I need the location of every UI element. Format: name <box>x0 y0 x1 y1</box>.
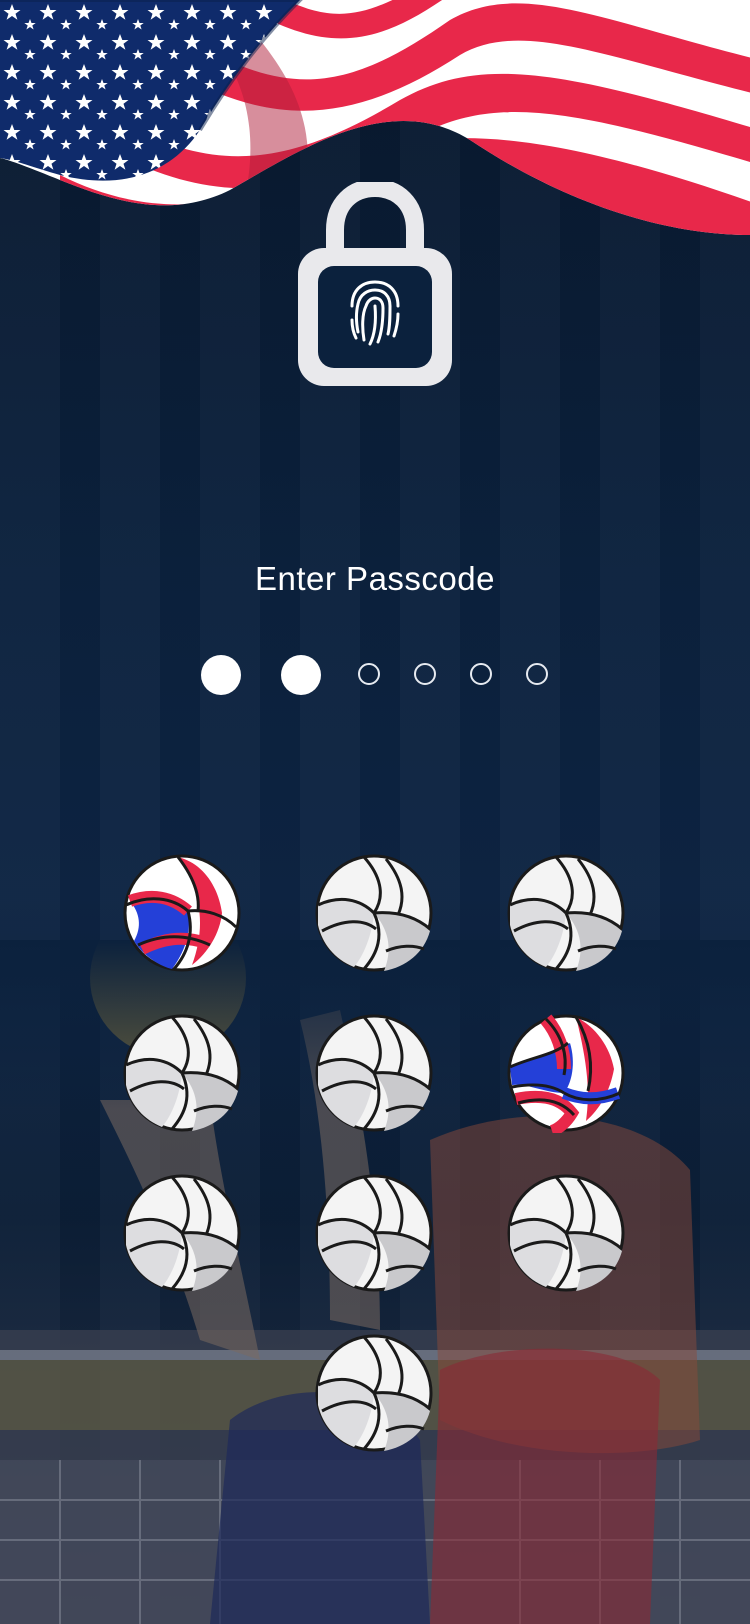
lock-screen: Enter Passcode 1 <box>0 0 750 1624</box>
passcode-dot-empty <box>358 663 380 685</box>
volleyball-icon <box>315 1174 433 1292</box>
key-4-button[interactable]: 4 <box>122 1013 242 1133</box>
key-0-button[interactable]: 0 <box>314 1333 434 1453</box>
passcode-dot-filled <box>281 655 321 695</box>
padlock-fingerprint-icon <box>298 182 452 386</box>
enter-passcode-title: Enter Passcode <box>255 560 495 597</box>
key-9-button[interactable]: 9 <box>506 1173 626 1293</box>
key-3-button[interactable]: 3 <box>506 853 626 973</box>
key-5-button[interactable]: 5 <box>314 1013 434 1133</box>
volleyball-icon <box>507 854 625 972</box>
passcode-indicator <box>0 655 750 697</box>
passcode-dot-empty <box>526 663 548 685</box>
volleyball-icon <box>123 1014 241 1132</box>
key-2-button[interactable]: 2 <box>314 853 434 973</box>
volleyball-icon <box>507 1174 625 1292</box>
passcode-dot-filled <box>201 655 241 695</box>
key-7-button[interactable]: 7 <box>122 1173 242 1293</box>
key-6-button[interactable]: 6 <box>506 1013 626 1133</box>
passcode-dot-empty <box>414 663 436 685</box>
key-1-button[interactable]: 1 <box>122 853 242 973</box>
volleyball-icon <box>123 854 241 972</box>
volleyball-icon <box>315 854 433 972</box>
volleyball-icon <box>315 1014 433 1132</box>
volleyball-icon <box>123 1174 241 1292</box>
passcode-dot-empty <box>470 663 492 685</box>
volleyball-icon <box>315 1334 433 1452</box>
key-8-button[interactable]: 8 <box>314 1173 434 1293</box>
volleyball-icon <box>507 1014 625 1133</box>
